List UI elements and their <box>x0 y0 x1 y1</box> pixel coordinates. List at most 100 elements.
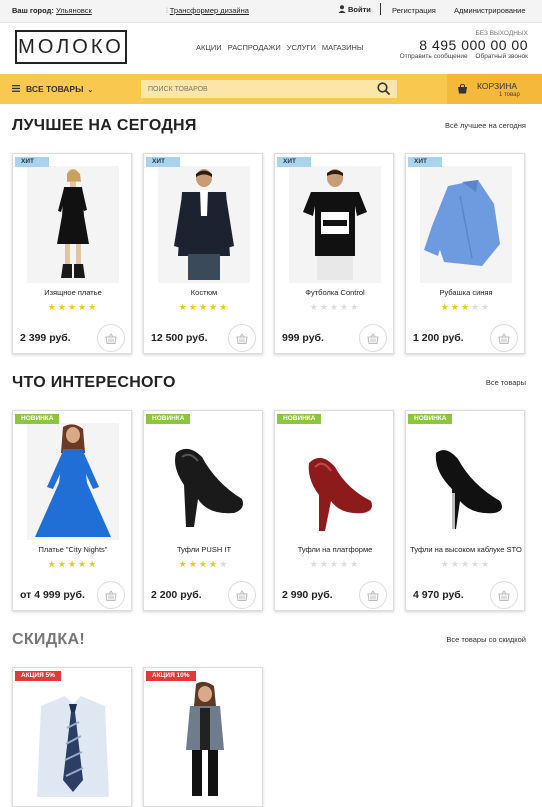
product-card[interactable]: АКЦИЯ 5% <box>12 667 132 807</box>
star-icon: ★ <box>78 302 89 312</box>
product-card[interactable]: АКЦИЯ 10% <box>143 667 263 807</box>
section-title-interesting: ЧТО ИНТЕРЕСНОГО <box>12 374 176 391</box>
product-name[interactable]: Туфли на платформе <box>275 545 395 554</box>
top-bar: Ваш город: Ульяновск ⫶ Трансформер дизайн… <box>0 0 542 23</box>
add-to-cart-button[interactable] <box>228 581 256 609</box>
product-image-shirt <box>420 166 512 283</box>
star-icon: ★ <box>471 559 482 569</box>
basket-icon <box>498 333 510 344</box>
product-price: 2 200 руб. <box>151 589 202 601</box>
basket-icon <box>236 590 248 601</box>
add-to-cart-button[interactable] <box>359 581 387 609</box>
product-image-black-pumps <box>158 423 250 540</box>
star-icon: ★ <box>340 302 351 312</box>
product-card[interactable]: НОВИНКА Туфли на высоком каблуке STO ★★★… <box>405 410 525 611</box>
section-title-sale: СКИДКА! <box>12 631 85 648</box>
add-to-cart-button[interactable] <box>490 324 518 352</box>
star-icon: ★ <box>329 559 341 569</box>
star-icon: ★ <box>188 302 199 312</box>
product-price: 12 500 руб. <box>151 332 208 344</box>
nav-item-services[interactable]: УСЛУГИ <box>287 43 316 52</box>
design-transformer-link[interactable]: ⫶ Трансформер дизайна <box>166 6 249 16</box>
section-link-interesting[interactable]: Все товары <box>486 378 526 387</box>
product-image-blue-dress <box>27 423 119 540</box>
product-badge-new: НОВИНКА <box>408 414 453 424</box>
user-icon <box>338 5 346 13</box>
nav-item-sales[interactable]: РАСПРОДАЖИ <box>228 43 281 52</box>
product-price: 999 руб. <box>282 332 324 344</box>
star-icon: ★ <box>460 559 472 569</box>
star-icon: ★ <box>178 559 189 569</box>
star-icon: ★ <box>350 302 361 312</box>
basket-icon <box>105 333 117 344</box>
basket-icon <box>498 590 510 601</box>
product-rating: ★★★★★ <box>406 559 526 570</box>
star-icon: ★ <box>67 559 79 569</box>
star-icon: ★ <box>440 559 451 569</box>
product-rating: ★★★★★ <box>13 559 133 570</box>
admin-link[interactable]: Администрирование <box>454 6 526 15</box>
add-to-cart-button[interactable] <box>97 581 125 609</box>
product-card[interactable]: ХИТ Футболка Control ★★★★★ 999 руб. <box>274 153 394 354</box>
product-card[interactable]: ХИТ Рубашка синяя ★★★★★ 1 200 руб. <box>405 153 525 354</box>
product-name[interactable]: Костюм <box>144 288 264 297</box>
add-to-cart-button[interactable] <box>359 324 387 352</box>
phone-note: БЕЗ ВЫХОДНЫХ <box>475 30 529 37</box>
section-title-best: ЛУЧШЕЕ НА СЕГОДНЯ <box>12 117 197 134</box>
product-name[interactable]: Туфли PUSH IT <box>144 545 264 554</box>
product-image-tshirt <box>289 166 381 283</box>
search-input[interactable] <box>141 80 397 98</box>
register-link[interactable]: Регистрация <box>392 6 436 15</box>
basket-icon <box>367 333 379 344</box>
product-image-cardigan <box>158 680 250 797</box>
add-to-cart-button[interactable] <box>228 324 256 352</box>
product-card[interactable]: НОВИНКА Туфли на платформе ★★★★★ 2 990 р… <box>274 410 394 611</box>
product-image-suit <box>158 166 250 283</box>
product-card[interactable]: ХИТ Костюм ★★★★★ 12 500 руб. <box>143 153 263 354</box>
send-message-link[interactable]: Отправить сообщение <box>400 53 468 60</box>
star-icon: ★ <box>178 302 189 312</box>
product-name[interactable]: Рубашка синяя <box>406 288 526 297</box>
star-icon: ★ <box>198 302 210 312</box>
nav-item-stores[interactable]: МАГАЗИНЫ <box>322 43 364 52</box>
star-icon: ★ <box>340 559 351 569</box>
catalog-toolbar: ВСЕ ТОВАРЫ⌄ КОРЗИНА 1 товар <box>0 74 542 104</box>
product-image-dress <box>27 166 119 283</box>
search-icon[interactable] <box>375 80 393 98</box>
basket-icon <box>367 590 379 601</box>
product-name[interactable]: Туфли на высоком каблуке STO <box>406 545 526 554</box>
chevron-down-icon: ⌄ <box>87 87 94 94</box>
login-link[interactable]: Войти <box>338 5 371 14</box>
star-icon: ★ <box>450 559 461 569</box>
callback-link[interactable]: Обратный звонок <box>475 53 528 60</box>
add-to-cart-button[interactable] <box>490 581 518 609</box>
section-link-sale[interactable]: Все товары со скидкой <box>446 635 526 644</box>
city-selector[interactable]: Ваш город: Ульяновск <box>12 6 92 15</box>
product-badge-sale: АКЦИЯ 5% <box>15 671 61 681</box>
cart-count: 1 товар <box>499 92 520 98</box>
site-logo[interactable]: МОЛОКО <box>15 30 127 64</box>
product-card[interactable]: НОВИНКА Туфли PUSH IT ★★★★★ 2 200 руб. <box>143 410 263 611</box>
product-card[interactable]: ХИТ Изящное платье ★★★★★ 2 399 руб. <box>12 153 132 354</box>
design-transformer-label: Трансформер дизайна <box>169 6 249 15</box>
star-icon: ★ <box>319 302 330 312</box>
city-link[interactable]: Ульяновск <box>56 6 92 15</box>
add-to-cart-button[interactable] <box>97 324 125 352</box>
product-name[interactable]: Изящное платье <box>13 288 133 297</box>
all-goods-menu[interactable]: ВСЕ ТОВАРЫ ⌄ <box>12 84 93 94</box>
product-card[interactable]: НОВИНКА Платье "City Nights" ★★★★★ от 4 … <box>12 410 132 611</box>
product-name[interactable]: Платье "City Nights" <box>13 545 133 554</box>
sliders-icon: ⫶ <box>166 8 168 15</box>
nav-item-promos[interactable]: АКЦИИ <box>196 43 222 52</box>
cart-button[interactable]: КОРЗИНА 1 товар <box>447 74 542 104</box>
section-link-best[interactable]: Всё лучшее на сегодня <box>445 121 526 130</box>
star-icon: ★ <box>88 302 99 312</box>
star-icon: ★ <box>219 559 230 569</box>
product-badge-hit: ХИТ <box>15 157 49 167</box>
product-name[interactable]: Футболка Control <box>275 288 395 297</box>
star-icon: ★ <box>440 302 451 312</box>
star-icon: ★ <box>319 559 330 569</box>
product-rating: ★★★★★ <box>275 302 395 313</box>
star-icon: ★ <box>481 559 492 569</box>
star-icon: ★ <box>47 559 58 569</box>
